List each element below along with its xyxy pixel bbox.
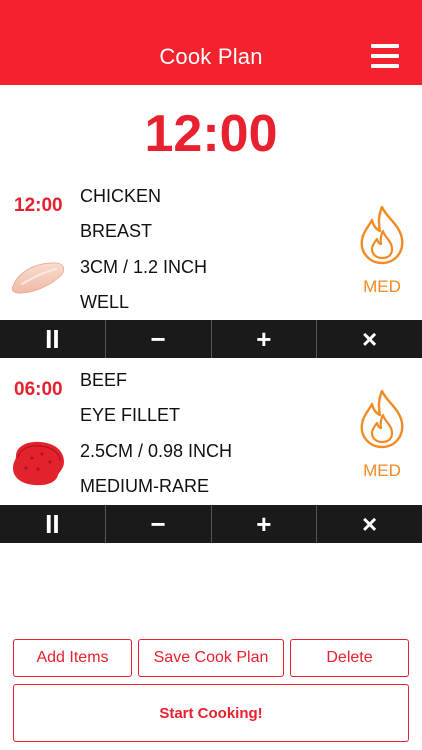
increase-time-button[interactable]: + — [212, 320, 318, 358]
page-title: Cook Plan — [159, 44, 263, 69]
item-timer: 06:00 — [14, 379, 63, 400]
decrease-time-button[interactable]: − — [106, 320, 212, 358]
item-food-name: BEEF — [80, 370, 128, 390]
item-food-name: CHICKEN — [80, 186, 162, 206]
item-food-cut: BREAST — [80, 221, 153, 241]
start-cooking-button[interactable]: Start Cooking! — [13, 684, 409, 742]
item-doneness: WELL — [80, 292, 130, 312]
item-food-cut: EYE FILLET — [80, 405, 181, 425]
pause-button[interactable]: II — [0, 505, 106, 543]
cook-item: 12:00 CHICKEN BREAST 3CM / 1.2 INCH WELL… — [0, 180, 422, 320]
chicken-breast-icon — [11, 262, 65, 294]
heat-level-label: MED — [363, 277, 401, 296]
item-thickness: 3CM / 1.2 INCH — [80, 257, 208, 277]
save-cook-plan-button[interactable]: Save Cook Plan — [138, 639, 284, 677]
cook-item: 06:00 BEEF EYE FILLET 2.5CM / 0.98 INCH … — [0, 364, 422, 504]
remove-item-button[interactable]: × — [317, 505, 422, 543]
heat-flame-icon — [360, 389, 404, 449]
heat-level-label: MED — [363, 461, 401, 480]
item-thickness: 2.5CM / 0.98 INCH — [80, 441, 233, 461]
remove-item-button[interactable]: × — [317, 320, 422, 358]
increase-time-button[interactable]: + — [212, 505, 318, 543]
main-timer: 12:00 — [144, 105, 278, 163]
item-controls-bar: II − + × — [0, 320, 422, 358]
heat-flame-icon — [360, 205, 404, 265]
beef-steak-icon — [13, 441, 64, 486]
item-doneness: MEDIUM-RARE — [80, 476, 209, 496]
header-bar: Cook Plan — [0, 0, 422, 85]
decrease-time-button[interactable]: − — [106, 505, 212, 543]
item-timer: 12:00 — [14, 195, 63, 216]
item-controls-bar: II − + × — [0, 505, 422, 543]
hamburger-menu-icon[interactable] — [371, 44, 399, 68]
pause-button[interactable]: II — [0, 320, 106, 358]
delete-button[interactable]: Delete — [290, 639, 409, 677]
add-items-button[interactable]: Add Items — [13, 639, 132, 677]
